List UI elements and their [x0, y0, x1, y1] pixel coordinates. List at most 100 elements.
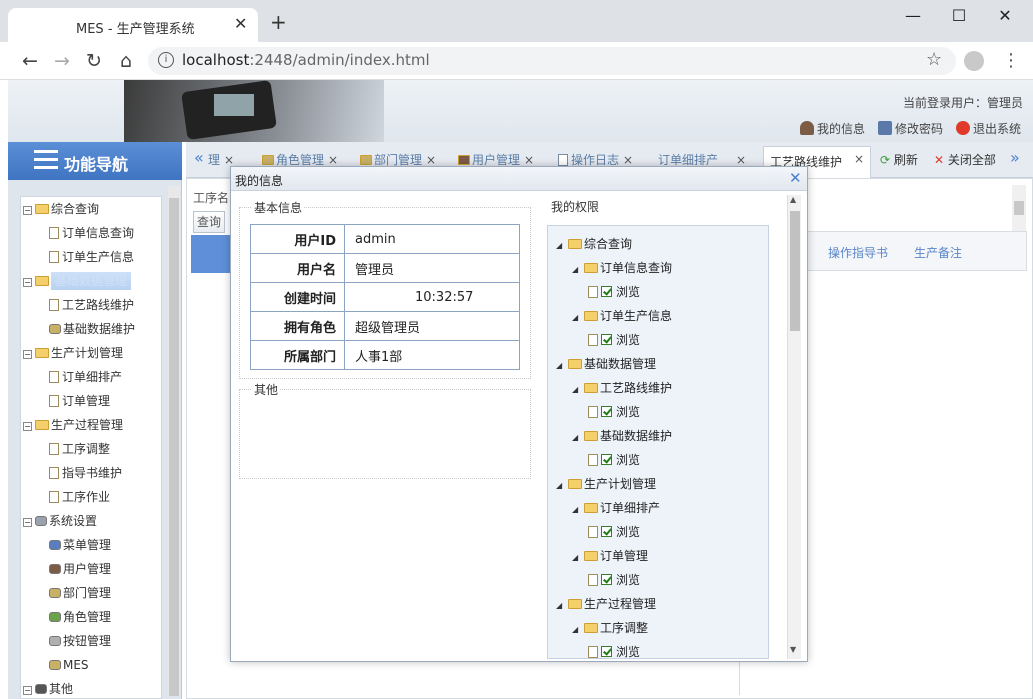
- sidebar-item[interactable]: 部门管理: [49, 581, 111, 605]
- nav-scrollbar[interactable]: [168, 186, 180, 696]
- permission-item[interactable]: 浏览: [588, 400, 640, 424]
- collapse-icon[interactable]: −: [23, 350, 32, 359]
- sidebar-item[interactable]: 工序作业: [49, 485, 110, 509]
- sidebar-item[interactable]: 按钮管理: [49, 629, 111, 653]
- dialog-scrollbar[interactable]: ▲ ▼: [787, 195, 801, 659]
- expand-icon[interactable]: ◢: [572, 546, 582, 570]
- permission-item[interactable]: 浏览: [588, 520, 640, 544]
- refresh-button[interactable]: ⟳ 刷新: [880, 151, 918, 168]
- expand-icon[interactable]: ◢: [556, 234, 566, 258]
- permission-group[interactable]: ◢ 生产过程管理: [556, 592, 656, 616]
- permission-item[interactable]: 浏览: [588, 568, 640, 592]
- logout-link[interactable]: 退出系统: [956, 120, 1021, 137]
- close-icon[interactable]: ×: [224, 153, 234, 167]
- main-scroll-thumb[interactable]: [1014, 201, 1024, 215]
- dialog-titlebar[interactable]: 我的信息 ✕: [231, 167, 807, 191]
- expand-icon[interactable]: ◢: [556, 474, 566, 498]
- collapse-icon[interactable]: −: [23, 686, 32, 695]
- permission-group[interactable]: ◢ 订单生产信息: [572, 304, 672, 328]
- permission-group[interactable]: ◢ 订单信息查询: [572, 256, 672, 280]
- permission-item[interactable]: 浏览: [588, 448, 640, 472]
- sidebar-item[interactable]: 指导书维护: [49, 461, 122, 485]
- expand-icon[interactable]: ◢: [572, 258, 582, 282]
- close-window-icon[interactable]: ✕: [990, 6, 1020, 26]
- sidebar-item[interactable]: 菜单管理: [49, 533, 111, 557]
- sidebar-item[interactable]: 订单细排产: [49, 365, 122, 389]
- my-info-link[interactable]: 我的信息: [800, 120, 865, 137]
- sidebar-item[interactable]: − 系统设置: [23, 509, 97, 533]
- tab-scroll-right-icon[interactable]: »: [1010, 148, 1020, 167]
- expand-icon[interactable]: ◢: [572, 498, 582, 522]
- permission-group[interactable]: ◢ 工序调整: [572, 616, 648, 640]
- collapse-icon[interactable]: −: [23, 422, 32, 431]
- sidebar-item[interactable]: MES: [49, 653, 89, 677]
- tab-production-notes[interactable]: 生产备注: [914, 244, 962, 261]
- expand-icon[interactable]: ◢: [572, 618, 582, 642]
- change-password-link[interactable]: 修改密码: [878, 120, 943, 137]
- checkbox-checked-icon[interactable]: [601, 574, 612, 585]
- permission-item[interactable]: 浏览: [588, 328, 640, 352]
- expand-icon[interactable]: ◢: [572, 306, 582, 330]
- address-bar[interactable]: i localhost:2448/admin/index.html ☆: [148, 47, 956, 75]
- checkbox-checked-icon[interactable]: [601, 334, 612, 345]
- close-tab-icon[interactable]: ✕: [234, 14, 247, 33]
- forward-icon[interactable]: →: [50, 49, 74, 73]
- reload-icon[interactable]: ↻: [82, 49, 106, 73]
- expand-icon[interactable]: ◢: [572, 426, 582, 450]
- browser-menu-icon[interactable]: ⋮: [1002, 50, 1020, 71]
- bookmark-star-icon[interactable]: ☆: [926, 49, 942, 70]
- collapse-icon[interactable]: −: [23, 518, 32, 527]
- minimize-icon[interactable]: —: [898, 6, 928, 26]
- sidebar-item[interactable]: 角色管理: [49, 605, 111, 629]
- dialog-close-icon[interactable]: ✕: [789, 169, 802, 187]
- permission-group[interactable]: ◢ 订单细排产: [572, 496, 660, 520]
- sidebar-item[interactable]: 订单生产信息: [49, 245, 134, 269]
- checkbox-checked-icon[interactable]: [601, 454, 612, 465]
- back-icon[interactable]: ←: [18, 49, 42, 73]
- collapse-icon[interactable]: −: [23, 278, 32, 287]
- permission-item[interactable]: 浏览: [588, 640, 640, 658]
- close-icon[interactable]: ×: [524, 153, 534, 167]
- permission-group[interactable]: ◢ 综合查询: [556, 232, 632, 256]
- home-icon[interactable]: ⌂: [114, 49, 138, 73]
- tab-scroll-left-icon[interactable]: «: [194, 148, 204, 167]
- expand-icon[interactable]: ◢: [572, 378, 582, 402]
- expand-icon[interactable]: ◢: [556, 354, 566, 378]
- maximize-icon[interactable]: ☐: [944, 6, 974, 26]
- info-icon[interactable]: i: [158, 52, 174, 68]
- sidebar-item[interactable]: − 其他: [23, 677, 73, 698]
- new-tab-icon[interactable]: +: [270, 12, 287, 32]
- sidebar-item[interactable]: − 生产计划管理: [23, 341, 123, 365]
- menu-icon[interactable]: [34, 150, 58, 170]
- expand-icon[interactable]: ◢: [556, 594, 566, 618]
- sidebar-item[interactable]: 订单管理: [49, 389, 110, 413]
- sidebar-item[interactable]: 基础数据维护: [49, 317, 135, 341]
- close-all-button[interactable]: ✕ 关闭全部: [934, 151, 996, 168]
- permission-group[interactable]: ◢ 基础数据管理: [556, 352, 656, 376]
- profile-avatar-icon[interactable]: [964, 51, 984, 71]
- checkbox-checked-icon[interactable]: [601, 526, 612, 537]
- sidebar-item[interactable]: 工艺路线维护: [49, 293, 134, 317]
- sidebar-item[interactable]: − 基础数据管理: [23, 269, 132, 293]
- dialog-scroll-thumb[interactable]: [790, 211, 800, 331]
- collapse-icon[interactable]: −: [23, 206, 32, 215]
- permission-group[interactable]: ◢ 生产计划管理: [556, 472, 656, 496]
- sidebar-item[interactable]: 用户管理: [49, 557, 111, 581]
- sidebar-item[interactable]: − 综合查询: [23, 197, 99, 221]
- close-icon[interactable]: ×: [623, 153, 633, 167]
- checkbox-checked-icon[interactable]: [601, 646, 612, 657]
- sidebar-item[interactable]: − 生产过程管理: [23, 413, 123, 437]
- browser-tab[interactable]: MES - 生产管理系统 ✕: [8, 8, 258, 42]
- main-scrollbar[interactable]: [1012, 185, 1026, 231]
- tab-operation-guide[interactable]: 操作指导书: [828, 244, 888, 261]
- permission-item[interactable]: 浏览: [588, 280, 640, 304]
- permission-group[interactable]: ◢ 基础数据维护: [572, 424, 672, 448]
- nav-scroll-thumb[interactable]: [169, 198, 179, 696]
- sidebar-item[interactable]: 工序调整: [49, 437, 110, 461]
- permission-group[interactable]: ◢ 订单管理: [572, 544, 648, 568]
- permission-group[interactable]: ◢ 工艺路线维护: [572, 376, 672, 400]
- checkbox-checked-icon[interactable]: [601, 406, 612, 417]
- close-icon[interactable]: ×: [426, 153, 436, 167]
- close-icon[interactable]: ×: [328, 153, 338, 167]
- checkbox-checked-icon[interactable]: [601, 286, 612, 297]
